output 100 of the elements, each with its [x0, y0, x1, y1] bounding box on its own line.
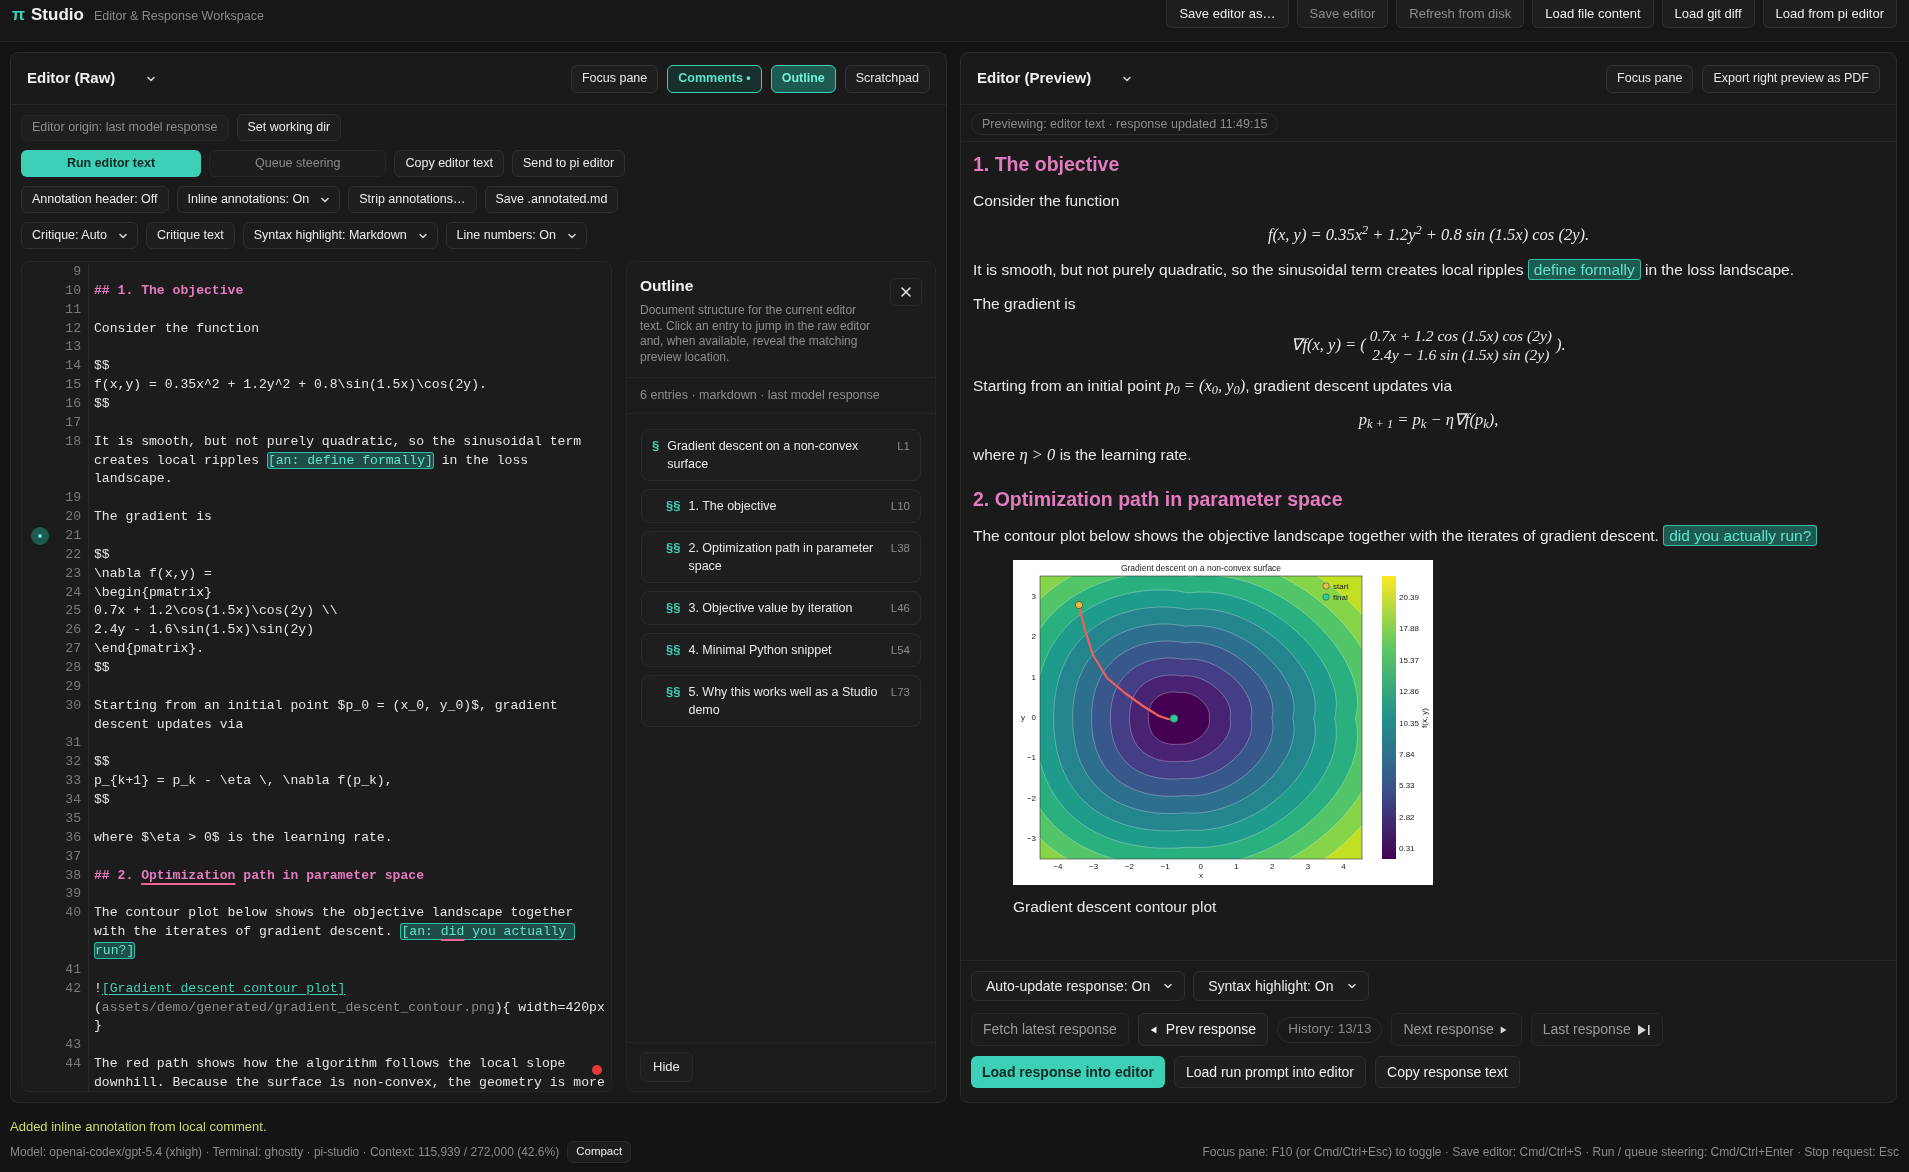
dropdown[interactable]: Syntax highlight: On [1193, 971, 1369, 1001]
toolbar-button[interactable]: Load file content [1532, 0, 1654, 28]
action-button[interactable]: Save .annotated.md [484, 186, 619, 213]
tick-label: 15.37 [1399, 655, 1420, 665]
outline-meta: 6 entries · markdown · last model response [627, 378, 935, 414]
dropdown[interactable]: Critique: Auto [21, 222, 139, 249]
line-number: 34 [65, 792, 81, 808]
outline-entry[interactable]: §§ 3. Objective value by iteration L46 [641, 591, 921, 625]
toolbar-button[interactable]: Load from pi editor [1762, 0, 1897, 28]
tick-label: 4 [1341, 862, 1346, 871]
shortcut-hints: Focus pane: F10 (or Cmd/Ctrl+Esc) to toggle · Save editor: Cmd/Ctrl+S · Run / queue steering: Cmd/Ctrl+Enter · Stop request: Esc [1202, 1143, 1899, 1161]
code-editor[interactable] [21, 261, 612, 1092]
paragraph: where η > 0 is the learning rate. [973, 443, 1193, 466]
line-number: 11 [65, 301, 81, 317]
line-number: 9 [73, 264, 81, 279]
paragraph: Starting from an initial point p$_{0}$ = (x$_{0}$, y$_{0}$), gradient descent updates via [973, 375, 1454, 398]
pane-selector[interactable]: Editor (Preview) [977, 67, 1134, 90]
line-number: 17 [65, 414, 81, 430]
model-info: Model: openai-codex/gpt-5.4 (xhigh) · Terminal: ghostty · pi-studio · Context: 115,939 / 272,000 (42.6%) [10, 1143, 560, 1161]
annotation-tag[interactable]: did you actually run? [1663, 525, 1818, 546]
axis-label: x [1199, 871, 1203, 880]
line-number: 28 [65, 660, 81, 676]
tick-label: −4 [1053, 862, 1063, 871]
toggle-button[interactable]: Scratchpad [844, 64, 930, 93]
dropdown[interactable]: Line numbers: On [445, 222, 587, 249]
logo-symbol: π [12, 4, 25, 26]
annotation-tag[interactable]: [an: did you actually [400, 923, 576, 941]
action-button[interactable]: Send to pi editor [512, 150, 626, 177]
dropdown[interactable]: Auto-update response: On [971, 971, 1186, 1001]
line-number: 38 [65, 867, 81, 883]
annotation-tag[interactable]: [an: define formally] [266, 451, 434, 469]
code-line: f(x,y) = 0.35x^2 + 1.2y^2 + 0.8\sin(1.5x)\cos(2y). [93, 376, 488, 395]
outline-entry[interactable]: §§ 5. Why this works well as a Studio demo L73 [641, 675, 921, 727]
tick-label: −2 [1026, 793, 1036, 803]
code-line: 2.4y - 1.6\sin(1.5x)\sin(2y) [93, 621, 315, 640]
code-line: $$ [93, 659, 111, 678]
origin-label: Editor origin: last model response [21, 114, 229, 141]
dropdown[interactable]: Syntax highlight: Markdown [242, 222, 438, 249]
tick-label: −3 [1089, 862, 1099, 871]
comment-marker-icon[interactable] [31, 527, 49, 546]
panel-title: Outline [640, 276, 695, 296]
close-button[interactable] [890, 278, 922, 306]
tick-label: 2 [1269, 862, 1275, 871]
header-button[interactable]: Export right preview as PDF [1702, 64, 1880, 93]
tick-label: 2 [1031, 632, 1036, 642]
skip-end-icon [1636, 1023, 1651, 1036]
line-number: 33 [65, 773, 81, 789]
action-button[interactable]: Copy response text [1375, 1056, 1520, 1088]
tick-label: 20.39 [1399, 593, 1420, 602]
equation: f(x, y) = 0.35x$^{2}$ + 1.2y$^{2}$ + 0.8 sin (1.5x) cos (2y). [1267, 223, 1590, 247]
action-button[interactable]: Annotation header: Off [21, 186, 169, 213]
tick-label: 10.35 [1399, 718, 1420, 728]
line-number: 30 [65, 697, 81, 713]
line-number: 37 [65, 848, 81, 864]
hide-button[interactable]: Hide [640, 1052, 693, 1082]
action-button[interactable]: Strip annotations… [348, 186, 477, 213]
outline-entry[interactable]: §§ 4. Minimal Python snippet L54 [641, 633, 921, 667]
start-point [1075, 601, 1083, 609]
code-line: 0.7x + 1.2\cos(1.5x)\cos(2y) \\ [93, 602, 339, 621]
action-button[interactable]: Critique text [146, 222, 235, 249]
nav-button[interactable]: Prev response [1137, 1013, 1269, 1046]
line-number: 25 [65, 603, 81, 619]
action-button[interactable]: Copy editor text [394, 150, 505, 177]
code-line: The red path shows how the algorithm follows the local slope downhill. Because the surface is non-convex, the geometry is more [93, 1055, 606, 1091]
compact-button[interactable]: Compact [567, 1140, 632, 1163]
image-link[interactable]: [Gradient descent contour plot] [101, 980, 346, 996]
line-number: 12 [65, 320, 81, 336]
toggle-button[interactable]: Outline [770, 64, 836, 93]
section-heading: 2. Optimization path in parameter space [973, 486, 1344, 512]
header-button[interactable]: Focus pane [1606, 64, 1694, 93]
action-button[interactable]: Load response into editor [971, 1056, 1165, 1088]
run-button[interactable]: Run editor text [21, 150, 201, 177]
app-subtitle: Editor & Response Workspace [93, 8, 264, 25]
line-number: 32 [65, 754, 81, 770]
pane-selector[interactable]: Editor (Raw) [27, 67, 158, 90]
outline-entry[interactable]: §§ 1. The objective L10 [641, 489, 921, 523]
final-point [1169, 714, 1179, 723]
annotation-tag[interactable]: define formally [1527, 259, 1641, 280]
tick-label: 12.86 [1399, 687, 1420, 697]
tick-label: −1 [1160, 862, 1170, 871]
line-number: 36 [65, 829, 81, 845]
legend-label: start [1333, 582, 1349, 591]
code-line: $$ [93, 791, 111, 810]
tick-label: 3 [1305, 862, 1311, 871]
toggle-button[interactable]: Focus pane [570, 64, 659, 93]
outline-entry[interactable]: §§ 2. Optimization path in parameter space L38 [641, 531, 921, 583]
toggle-button[interactable]: Comments • [667, 64, 762, 93]
toolbar-button[interactable]: Save editor as… [1166, 0, 1289, 28]
outline-entry[interactable]: § Gradient descent on a non-convex surface L1 [641, 429, 921, 481]
figure-caption: Gradient descent contour plot [1013, 897, 1218, 917]
annotation-tag[interactable]: run?] [94, 941, 136, 959]
dropdown[interactable]: Inline annotations: On [176, 186, 341, 213]
close-icon [900, 286, 912, 298]
line-number: 27 [65, 641, 81, 657]
line-number: 40 [65, 905, 81, 921]
action-button[interactable]: Set working dir [236, 114, 342, 141]
toolbar-button[interactable]: Load git diff [1661, 0, 1755, 28]
action-button[interactable]: Load run prompt into editor [1173, 1056, 1366, 1088]
tick-label: 0 [1198, 862, 1204, 871]
code-line: The contour plot below shows the objective landscape together with the iterates of gradient descent. [an: did you actually run?] [93, 904, 577, 961]
